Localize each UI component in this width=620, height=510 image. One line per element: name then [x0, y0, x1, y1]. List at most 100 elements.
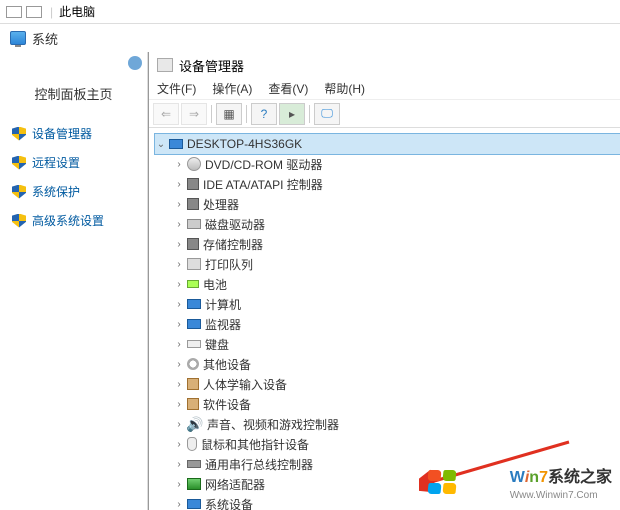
expand-icon[interactable]: › [173, 179, 185, 190]
back-icon[interactable] [128, 56, 142, 70]
tree-node-label: 磁盘驱动器 [205, 216, 265, 233]
device-icon [187, 398, 199, 410]
tree-node[interactable]: ›🔊声音、视频和游戏控制器 [155, 414, 620, 434]
expand-icon[interactable]: › [173, 199, 185, 210]
tree-node-label: IDE ATA/ATAPI 控制器 [203, 176, 323, 193]
tree-node[interactable]: › 鼠标和其他指针设备 [155, 434, 620, 454]
tab-icon [26, 6, 42, 18]
nav-arrows[interactable] [0, 52, 148, 74]
expand-icon[interactable]: › [173, 419, 185, 430]
expand-icon[interactable]: › [173, 219, 185, 230]
toolbar-separator [246, 105, 247, 123]
tree-root[interactable]: ⌄ DESKTOP-4HS36GK [155, 134, 620, 154]
expand-icon[interactable]: › [173, 379, 185, 390]
expand-icon[interactable]: › [173, 459, 185, 470]
scan-button[interactable]: 🖵 [314, 103, 340, 125]
expand-icon[interactable]: › [173, 399, 185, 410]
device-icon [187, 238, 199, 250]
breadcrumb[interactable]: 此电脑 [59, 3, 95, 20]
tree-node[interactable]: ›其他设备 [155, 354, 620, 374]
system-icon [10, 31, 26, 45]
tree-node-label: 鼠标和其他指针设备 [201, 436, 309, 453]
help-button[interactable]: ? [251, 103, 277, 125]
explorer-topbar: | 此电脑 [0, 0, 620, 24]
devmgr-titlebar: 设备管理器 [149, 52, 620, 78]
device-manager-window: 设备管理器 文件(F) 操作(A) 查看(V) 帮助(H) ⇐ ⇒ ▦ ? ▸ … [148, 52, 620, 510]
expand-icon[interactable]: › [173, 439, 185, 450]
tree-node[interactable]: › 人体学输入设备 [155, 374, 620, 394]
back-button[interactable]: ⇐ [153, 103, 179, 125]
expand-icon[interactable]: › [173, 359, 185, 370]
toolbar-button[interactable]: ▦ [216, 103, 242, 125]
device-icon [187, 299, 201, 309]
tree-node[interactable]: › 存储控制器 [155, 234, 620, 254]
tree-node[interactable]: › 打印队列 [155, 254, 620, 274]
menu-action[interactable]: 操作(A) [212, 80, 252, 97]
tree-node-label: 键盘 [205, 336, 229, 353]
sidebar-item-protection[interactable]: 系统保护 [0, 179, 147, 204]
tree-node[interactable]: ›电池 [155, 274, 620, 294]
main-split: 控制面板主页 设备管理器 远程设置 系统保护 高级系统设置 设备管理器 文件(F… [0, 52, 620, 510]
sidebar-title[interactable]: 控制面板主页 [0, 84, 147, 103]
device-icon [187, 178, 199, 190]
device-tree[interactable]: ⌄ DESKTOP-4HS36GK › DVD/CD-ROM 驱动器 › IDE AT… [149, 128, 620, 510]
tree-node[interactable]: › DVD/CD-ROM 驱动器 [155, 154, 620, 174]
shield-icon [12, 156, 26, 170]
sidebar-item-advanced[interactable]: 高级系统设置 [0, 208, 147, 233]
expand-icon[interactable]: › [173, 299, 185, 310]
shield-icon [12, 214, 26, 228]
expand-icon[interactable]: › [173, 479, 185, 490]
tree-node[interactable]: ›处理器 [155, 194, 620, 214]
expand-icon[interactable]: › [173, 339, 185, 350]
menu-help[interactable]: 帮助(H) [324, 80, 365, 97]
toolbar: ⇐ ⇒ ▦ ? ▸ 🖵 [149, 100, 620, 128]
shield-icon [12, 185, 26, 199]
tree-node-label: 存储控制器 [203, 236, 263, 253]
expand-icon[interactable]: › [173, 239, 185, 250]
device-icon [187, 437, 197, 451]
forward-button[interactable]: ⇒ [181, 103, 207, 125]
expand-icon[interactable]: › [173, 279, 185, 290]
tree-node-label: 网络适配器 [205, 476, 265, 493]
tree-node[interactable]: › 磁盘驱动器 [155, 214, 620, 234]
device-icon [187, 219, 201, 229]
collapse-icon[interactable]: ⌄ [155, 139, 167, 150]
expand-icon[interactable]: › [173, 159, 185, 170]
sidebar-item-label: 远程设置 [32, 154, 80, 171]
tree-node-label: 监视器 [205, 316, 241, 333]
expand-icon[interactable]: › [173, 319, 185, 330]
tree-node-label: 计算机 [205, 296, 241, 313]
sidebar-item-device-manager[interactable]: 设备管理器 [0, 121, 147, 146]
sidebar-item-remote[interactable]: 远程设置 [0, 150, 147, 175]
tree-node-label: 通用串行总线控制器 [205, 456, 313, 473]
device-icon [187, 258, 201, 270]
toolbar-separator [309, 105, 310, 123]
tab-icon [6, 6, 22, 18]
tree-node-label: DVD/CD-ROM 驱动器 [205, 156, 322, 173]
device-icon [187, 319, 201, 329]
toolbar-button[interactable]: ▸ [279, 103, 305, 125]
device-icon [187, 478, 201, 490]
menu-file[interactable]: 文件(F) [157, 80, 196, 97]
tree-node[interactable]: › 软件设备 [155, 394, 620, 414]
expand-icon[interactable]: › [173, 499, 185, 510]
watermark-text: 系统之家 [548, 469, 612, 486]
tree-node[interactable]: › 计算机 [155, 294, 620, 314]
tree-node-label: 人体学输入设备 [203, 376, 287, 393]
device-icon [187, 280, 199, 288]
tree-node-label: 打印队列 [205, 256, 253, 273]
device-icon: 🔊 [187, 416, 203, 432]
device-icon [187, 198, 199, 210]
tree-node[interactable]: › 监视器 [155, 314, 620, 334]
watermark-text: 7 [539, 469, 548, 486]
tree-root-label: DESKTOP-4HS36GK [187, 137, 302, 151]
tree-node-label: 软件设备 [203, 396, 251, 413]
computer-icon [169, 139, 183, 149]
device-icon [187, 157, 201, 171]
tree-node[interactable]: › 键盘 [155, 334, 620, 354]
watermark-text: W [510, 469, 525, 486]
expand-icon[interactable]: › [173, 259, 185, 270]
menu-view[interactable]: 查看(V) [268, 80, 308, 97]
watermark-text: n [529, 469, 539, 486]
tree-node[interactable]: › IDE ATA/ATAPI 控制器 [155, 174, 620, 194]
